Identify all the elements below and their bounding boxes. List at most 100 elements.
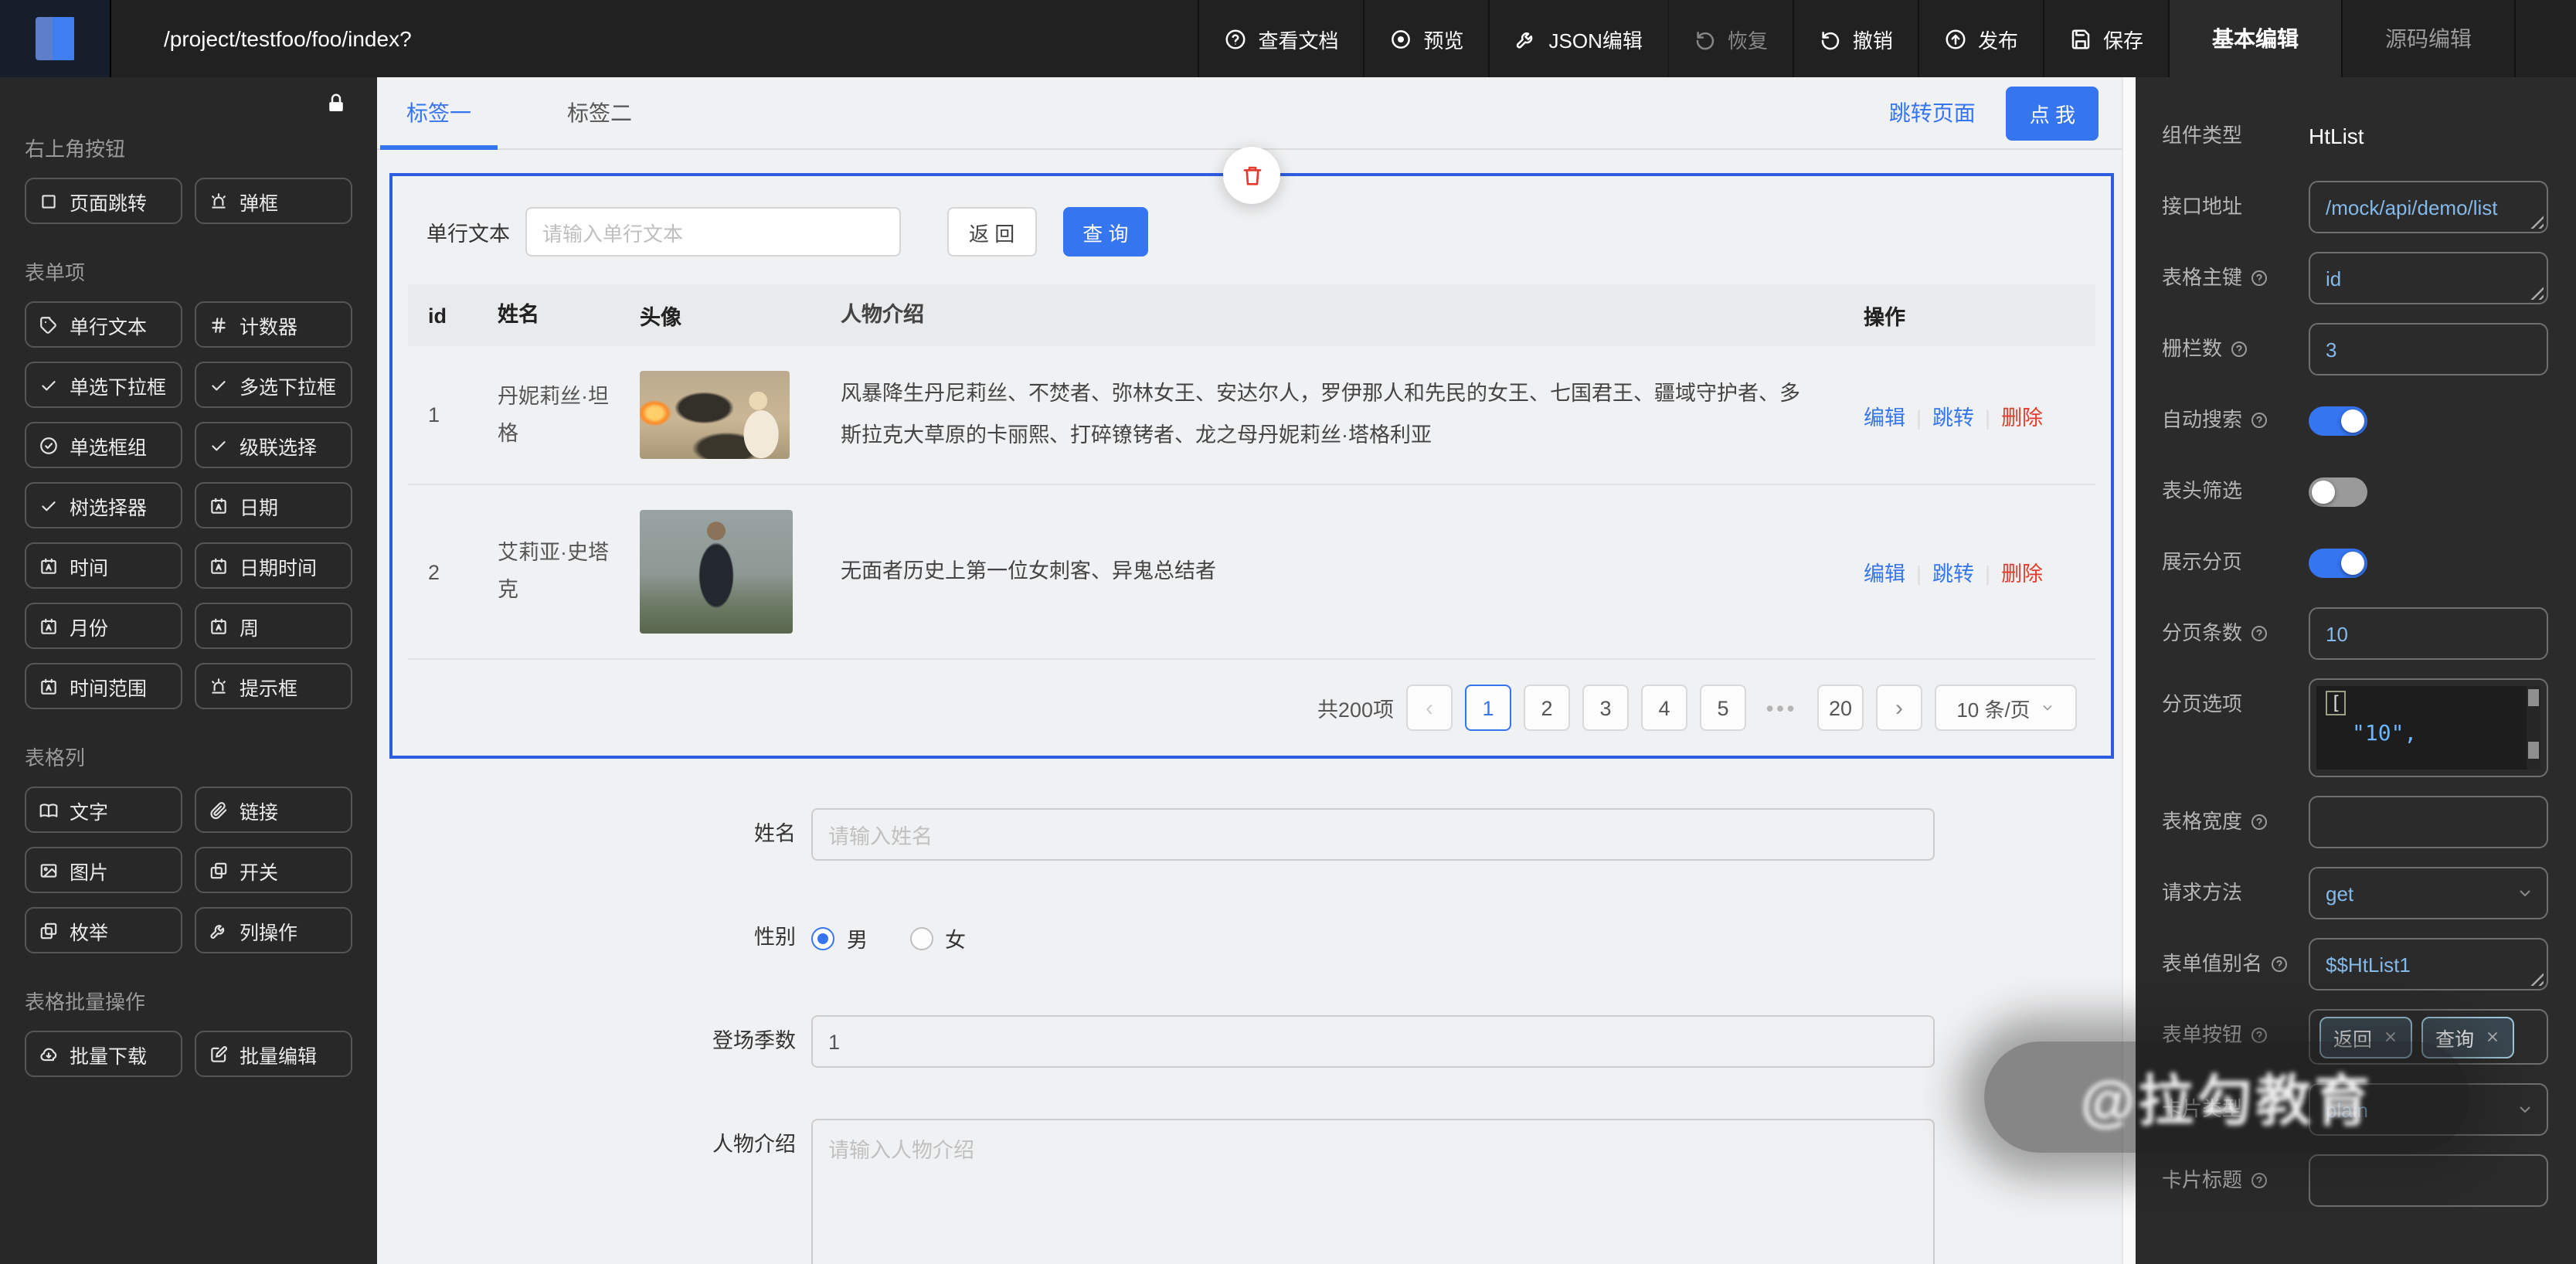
selected-component-htlist[interactable]: 单行文本 请输入单行文本 返 回 查 询 id姓名头像人物介绍操作 1丹妮莉丝·… [389,173,2114,759]
sidebar-item-cloud-down[interactable]: 批量下载 [25,1031,182,1077]
row-action-2[interactable]: 删除 [2001,562,2043,586]
x-icon[interactable] [2485,1029,2500,1045]
panel-toggle-5[interactable] [2309,477,2367,507]
x-icon[interactable] [2383,1029,2398,1045]
search-input[interactable]: 请输入单行文本 [525,207,901,257]
page-tab-1[interactable]: 标签二 [541,77,658,148]
app-logo[interactable] [0,0,111,77]
click-me-button[interactable]: 点 我 [2007,86,2099,140]
panel-input-3[interactable]: 3 [2309,323,2548,375]
row-action-1[interactable]: 跳转 [1932,562,1974,586]
row-action-2[interactable]: 删除 [2001,406,2043,429]
check-icon [39,375,59,395]
pagination-page-1[interactable]: 1 [1465,685,1511,731]
row-action-1[interactable]: 跳转 [1932,406,1974,429]
table-header-cell: 人物介绍 [841,295,1864,336]
sidebar-item-label: 列操作 [240,916,297,945]
code-scrollbar[interactable] [2527,686,2540,770]
topbar-button-wrench-2[interactable]: JSON编辑 [1489,0,1667,77]
lock-icon[interactable] [325,91,348,116]
jump-page-link[interactable]: 跳转页面 [1889,97,1976,128]
pagination-prev[interactable]: ‹ [1406,685,1453,731]
row-action-0[interactable]: 编辑 [1864,562,1905,586]
panel-toggle-6[interactable] [2309,549,2367,578]
sidebar-item-check[interactable]: 单选下拉框 [25,362,182,408]
editor-tab-0[interactable]: 基本编辑 [2168,0,2341,77]
cell-id: 2 [408,560,498,583]
hash-icon [209,314,229,335]
panel-toggle-4[interactable] [2309,406,2367,436]
sidebar-item-calendar[interactable]: 周 [195,603,352,649]
panel-input-9[interactable] [2309,796,2548,848]
panel-select-10[interactable]: get [2309,867,2548,919]
sidebar-item-clone[interactable]: 枚举 [25,907,182,953]
pagination-page-20[interactable]: 20 [1817,685,1864,731]
canvas-scrollbar[interactable] [2122,77,2136,1264]
topbar-button-undo-4[interactable]: 撤销 [1793,0,1918,77]
sidebar-item-image[interactable]: 图片 [25,847,182,893]
page-tab-0[interactable]: 标签一 [380,77,498,148]
back-button[interactable]: 返 回 [947,207,1036,257]
sidebar-section-title: 表格列 [25,742,352,771]
sidebar-item-check[interactable]: 级联选择 [195,422,352,468]
panel-input-1[interactable]: /mock/api/demo/list [2309,181,2548,233]
panel-input-7[interactable]: 10 [2309,607,2548,660]
pagination-next[interactable]: › [1876,685,1922,731]
gender-radio-0[interactable]: 男 [811,923,868,953]
query-button[interactable]: 查 询 [1062,207,1148,257]
panel-code-editor[interactable]: ["10", [2309,678,2548,777]
season-input[interactable]: 1 [811,1015,1935,1068]
sidebar-item-check[interactable]: 多选下拉框 [195,362,352,408]
sidebar-item-check-circle[interactable]: 单选框组 [25,422,182,468]
name-input[interactable]: 请输入姓名 [811,808,1935,861]
sidebar-item-check[interactable]: 树选择器 [25,482,182,528]
pagination-page-2[interactable]: 2 [1524,685,1570,731]
form-button-chip-1[interactable]: 查询 [2421,1016,2514,1058]
sidebar-item-square[interactable]: 页面跳转 [25,178,182,224]
row-action-0[interactable]: 编辑 [1864,406,1905,429]
panel-input-2[interactable]: id [2309,252,2548,304]
form-button-chip-0[interactable]: 返回 [2319,1016,2412,1058]
topbar-button-question-circle-0[interactable]: 查看文档 [1198,0,1363,77]
panel-input-14[interactable] [2309,1154,2548,1207]
intro-textarea[interactable]: 请输入人物介绍 [811,1119,1935,1264]
sidebar-item-calendar[interactable]: 月份 [25,603,182,649]
topbar-button-undo-3[interactable]: 恢复 [1667,0,1793,77]
topbar-button-save-6[interactable]: 保存 [2043,0,2168,77]
panel-select-13[interactable]: plain [2309,1083,2548,1136]
pagination-page-5[interactable]: 5 [1700,685,1746,731]
sidebar-item-hash[interactable]: 计数器 [195,301,352,348]
panel-label: 栅栏数 [2162,323,2309,375]
bell-icon [209,191,229,211]
sidebar-item-bell[interactable]: 提示框 [195,663,352,709]
topbar-button-publish-5[interactable]: 发布 [1918,0,2043,77]
pagination-page-3[interactable]: 3 [1582,685,1629,731]
panel-input-11[interactable]: $$HtList1 [2309,938,2548,990]
sidebar-item-edit-square[interactable]: 批量编辑 [195,1031,352,1077]
sidebar-item-paperclip[interactable]: 链接 [195,787,352,833]
sidebar-item-calendar[interactable]: 时间 [25,542,182,589]
topbar-button-preview-1[interactable]: 预览 [1364,0,1489,77]
pagination-page-4[interactable]: 4 [1641,685,1687,731]
app: /project/testfoo/foo/index? 查看文档预览JSON编辑… [0,0,2576,1264]
panel-label: 表格主键 [2162,252,2309,304]
sidebar-item-calendar[interactable]: 日期 [195,482,352,528]
sidebar-item-clone[interactable]: 开关 [195,847,352,893]
gender-radio-1[interactable]: 女 [909,923,966,953]
sidebar-item-bell[interactable]: 弹框 [195,178,352,224]
sidebar-item-calendar[interactable]: 日期时间 [195,542,352,589]
pagination-ellipsis[interactable]: ••• [1759,685,1805,731]
sidebar-item-tag[interactable]: 单行文本 [25,301,182,348]
delete-component-button[interactable] [1223,147,1280,204]
sidebar-item-calendar[interactable]: 时间范围 [25,663,182,709]
form-row-season: 登场季数 1 [377,1015,2136,1068]
editor-tab-1[interactable]: 源码编辑 [2341,0,2514,77]
sidebar-item-wrench[interactable]: 列操作 [195,907,352,953]
cell-actions: 编辑|跳转|删除 [1864,399,2095,430]
gender-option-label: 女 [945,923,966,953]
page-size-select[interactable]: 10 条/页 [1935,685,2077,731]
gender-option-label: 男 [847,923,868,953]
check-circle-icon [39,435,59,455]
toggle-knob [2341,552,2364,575]
sidebar-item-book[interactable]: 文字 [25,787,182,833]
